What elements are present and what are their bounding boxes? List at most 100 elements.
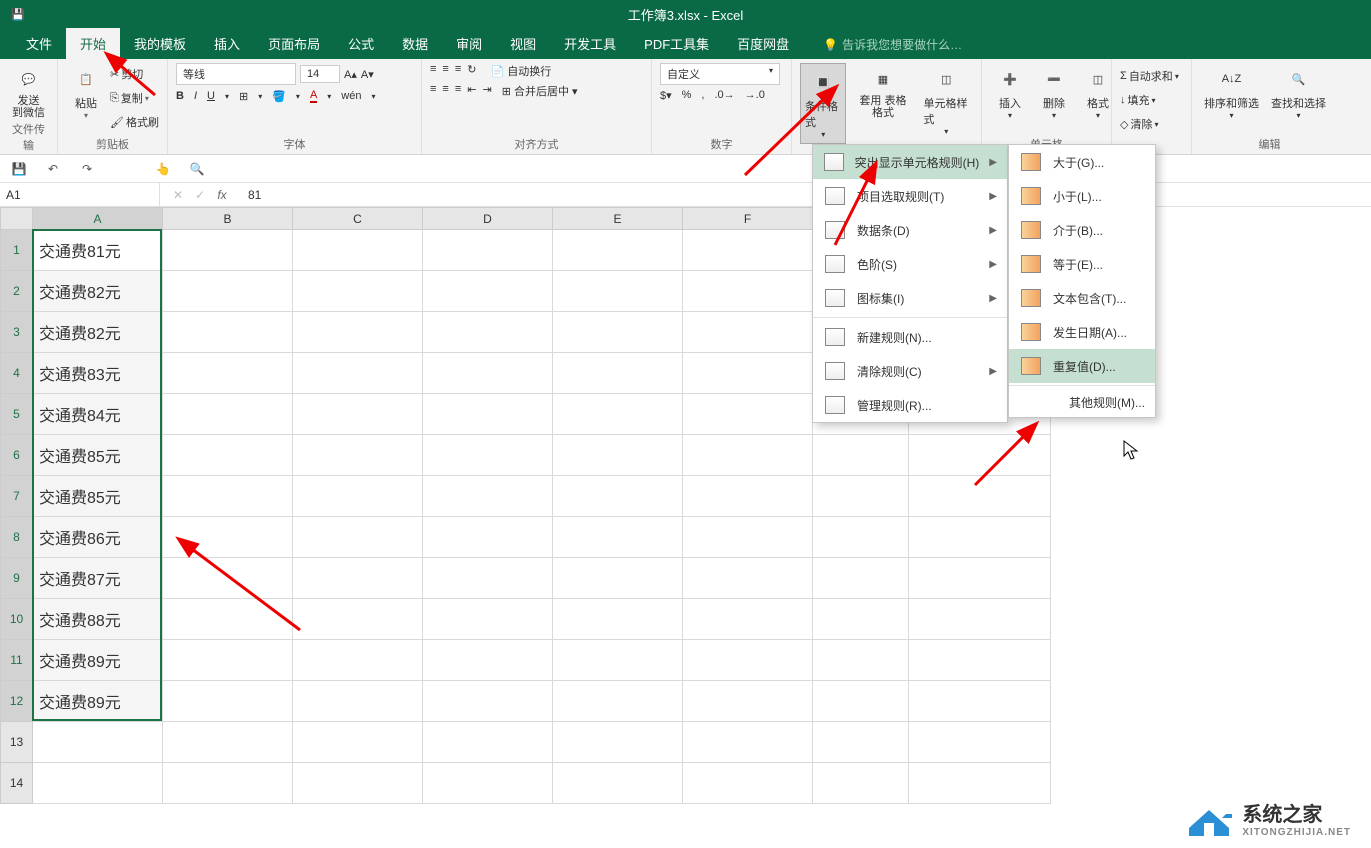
cell-J7[interactable] [909,476,1051,517]
cell-A9[interactable]: 交通费87元 [33,558,163,599]
tab-页面布局[interactable]: 页面布局 [254,28,334,59]
comma-icon[interactable]: , [701,89,704,102]
cell-B3[interactable] [163,312,293,353]
dropdown-arrow-icon[interactable]: ▾ [84,111,88,120]
cell-E1[interactable] [553,230,683,271]
cell-styles-button[interactable]: ◫ 单元格样式 ▾ [920,63,973,138]
indent-dec-icon[interactable]: ⇤ [467,83,476,99]
cell-C10[interactable] [293,599,423,640]
cell-A11[interactable]: 交通费89元 [33,640,163,681]
tab-我的模板[interactable]: 我的模板 [120,28,200,59]
undo-button[interactable]: ↶ [42,158,64,180]
cell-F7[interactable] [683,476,813,517]
tab-开发工具[interactable]: 开发工具 [550,28,630,59]
cell-D3[interactable] [423,312,553,353]
cell-A14[interactable] [33,763,163,804]
cell-C8[interactable] [293,517,423,558]
highlight-rules-submenu[interactable]: 大于(G)...小于(L)...介于(B)...等于(E)...文本包含(T).… [1008,144,1156,418]
submenu-item[interactable]: 其他规则(M)... [1009,388,1155,417]
conditional-format-menu[interactable]: 突出显示单元格规则(H)▶项目选取规则(T)▶数据条(D)▶色阶(S)▶图标集(… [812,144,1008,423]
font-color-button[interactable]: A [310,89,317,103]
col-header-F[interactable]: F [683,208,813,230]
conditional-format-button[interactable]: 🔳 条件格式 ▾ [800,63,846,144]
cell-G9[interactable] [813,558,909,599]
bold-button[interactable]: B [176,90,184,102]
cell-F4[interactable] [683,353,813,394]
cell-B4[interactable] [163,353,293,394]
cell-D2[interactable] [423,271,553,312]
menu-item-clear[interactable]: 清除规则(C)▶ [813,354,1007,388]
cell-C4[interactable] [293,353,423,394]
cell-C13[interactable] [293,722,423,763]
cell-A5[interactable]: 交通费84元 [33,394,163,435]
col-header-E[interactable]: E [553,208,683,230]
clear-button[interactable]: ◇清除▾ [1120,113,1183,135]
menu-item-colorscale[interactable]: 色阶(S)▶ [813,247,1007,281]
cell-B6[interactable] [163,435,293,476]
touch-mode-icon[interactable]: 👆 [152,158,174,180]
cell-B9[interactable] [163,558,293,599]
row-header-7[interactable]: 7 [1,476,33,517]
cell-D5[interactable] [423,394,553,435]
italic-button[interactable]: I [194,90,197,102]
font-name-select[interactable]: 等线 [176,63,296,85]
cell-E3[interactable] [553,312,683,353]
tab-视图[interactable]: 视图 [496,28,550,59]
font-size-select[interactable]: 14 [300,65,340,83]
cell-B12[interactable] [163,681,293,722]
menu-item-manage[interactable]: 管理规则(R)... [813,388,1007,422]
name-box[interactable]: A1 [0,183,160,206]
percent-icon[interactable]: % [682,89,692,102]
submenu-item[interactable]: 发生日期(A)... [1009,315,1155,349]
align-bot-icon[interactable]: ≡ [455,63,461,79]
cell-F9[interactable] [683,558,813,599]
cell-F1[interactable] [683,230,813,271]
align-top-icon[interactable]: ≡ [430,63,436,79]
cell-B1[interactable] [163,230,293,271]
col-header-A[interactable]: A [33,208,163,230]
row-header-6[interactable]: 6 [1,435,33,476]
cell-A2[interactable]: 交通费82元 [33,271,163,312]
insert-button[interactable]: ➕插入▾ [990,63,1030,122]
submenu-item[interactable]: 大于(G)... [1009,145,1155,179]
cell-D10[interactable] [423,599,553,640]
phonetic-button[interactable]: wén [341,90,361,102]
fill-color-button[interactable]: 🪣 [272,90,286,103]
tab-插入[interactable]: 插入 [200,28,254,59]
cell-E11[interactable] [553,640,683,681]
cell-D13[interactable] [423,722,553,763]
cell-E13[interactable] [553,722,683,763]
cell-A13[interactable] [33,722,163,763]
cell-B10[interactable] [163,599,293,640]
row-header-5[interactable]: 5 [1,394,33,435]
cell-C11[interactable] [293,640,423,681]
cell-F3[interactable] [683,312,813,353]
cell-E8[interactable] [553,517,683,558]
cell-A4[interactable]: 交通费83元 [33,353,163,394]
align-center-icon[interactable]: ≡ [442,83,448,99]
tab-审阅[interactable]: 审阅 [442,28,496,59]
cell-C14[interactable] [293,763,423,804]
cell-J8[interactable] [909,517,1051,558]
underline-button[interactable]: U [207,90,215,102]
cell-A8[interactable]: 交通费86元 [33,517,163,558]
submenu-item[interactable]: 等于(E)... [1009,247,1155,281]
indent-inc-icon[interactable]: ⇥ [482,83,491,99]
cell-C3[interactable] [293,312,423,353]
cell-E9[interactable] [553,558,683,599]
cell-F14[interactable] [683,763,813,804]
send-to-wechat-button[interactable]: 💬 发送 到微信 [8,63,49,121]
cell-C5[interactable] [293,394,423,435]
cell-C12[interactable] [293,681,423,722]
cancel-formula-icon[interactable]: ✕ [168,188,188,202]
cell-J6[interactable] [909,435,1051,476]
row-header-11[interactable]: 11 [1,640,33,681]
col-header-C[interactable]: C [293,208,423,230]
submenu-item[interactable]: 文本包含(T)... [1009,281,1155,315]
cell-B5[interactable] [163,394,293,435]
find-select-button[interactable]: 🔍查找和选择▾ [1267,63,1330,122]
align-right-icon[interactable]: ≡ [455,83,461,99]
cell-E7[interactable] [553,476,683,517]
formula-bar[interactable]: 81 [240,188,1371,202]
cell-F11[interactable] [683,640,813,681]
